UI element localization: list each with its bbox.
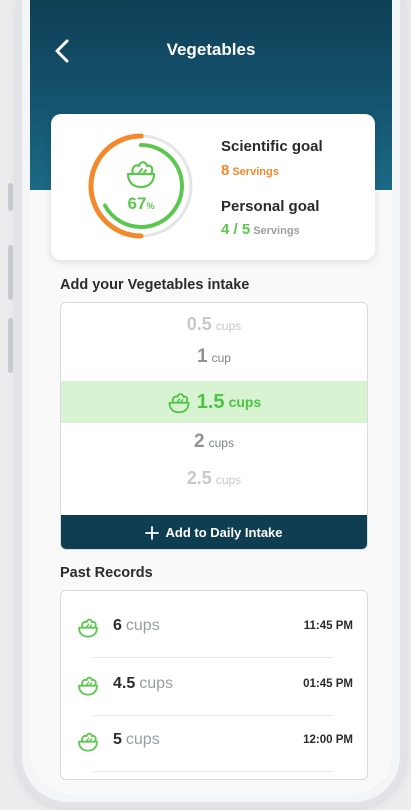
percent-sign: % bbox=[146, 201, 155, 211]
option-number: 1 bbox=[197, 346, 208, 367]
divider bbox=[93, 771, 333, 772]
option-number: 0.5 bbox=[186, 314, 212, 334]
intake-section-title: Add your Vegetables intake bbox=[60, 277, 250, 293]
scientific-goal-value: 8 Servings bbox=[221, 162, 279, 179]
add-to-daily-intake-button[interactable]: Add to Daily Intake bbox=[61, 515, 367, 549]
option-unit: cups bbox=[208, 436, 234, 450]
record-amount: 4.5 cups bbox=[113, 675, 173, 693]
personal-goal-unit: Servings bbox=[253, 225, 300, 237]
phone-volume-up bbox=[8, 245, 13, 300]
record-time: 01:45 PM bbox=[303, 678, 353, 690]
salad-bowl-icon bbox=[78, 618, 98, 638]
picker-option[interactable]: 0.5 cups bbox=[61, 314, 367, 335]
option-number: 1.5 bbox=[196, 390, 225, 413]
scientific-goal-unit: Servings bbox=[232, 166, 279, 178]
salad-bowl-icon bbox=[78, 732, 98, 752]
record-amount: 5 cups bbox=[113, 731, 160, 749]
progress-ring bbox=[88, 133, 194, 239]
option-unit: cups bbox=[215, 473, 242, 487]
goal-card: 67% Scientific goal 8 Servings Personal g… bbox=[51, 114, 375, 260]
phone-frame: Vegetables 67% Scientific goal 8 Servings bbox=[22, 0, 400, 802]
divider bbox=[93, 657, 333, 658]
phone-side-button bbox=[8, 183, 13, 211]
record-amount: 6 cups bbox=[113, 617, 160, 635]
option-unit: cup bbox=[211, 351, 231, 365]
progress-percent: 67% bbox=[111, 194, 171, 214]
salad-bowl-icon bbox=[78, 676, 98, 696]
add-button-label: Add to Daily Intake bbox=[165, 525, 283, 540]
record-unit: cups bbox=[125, 731, 160, 748]
intake-picker[interactable]: 0.5 cups 1 cup 1.5 cups 2 cups 2.5 cups … bbox=[60, 302, 368, 550]
picker-option-selected[interactable]: 1.5 cups bbox=[61, 381, 367, 423]
salad-bowl-icon bbox=[126, 161, 156, 189]
picker-option[interactable]: 2.5 cups bbox=[61, 468, 367, 489]
record-unit: cups bbox=[139, 675, 174, 692]
option-unit: cups bbox=[215, 319, 242, 333]
app-screen: Vegetables 67% Scientific goal 8 Servings bbox=[30, 0, 392, 794]
scientific-goal-label: Scientific goal bbox=[221, 138, 323, 155]
record-number: 5 bbox=[113, 731, 122, 748]
personal-goal-value: 4 / 5 Servings bbox=[221, 221, 300, 238]
record-row[interactable]: 5 cups 12:00 PM bbox=[77, 721, 353, 761]
picker-option[interactable]: 2 cups bbox=[61, 431, 367, 453]
past-records-title: Past Records bbox=[60, 565, 153, 581]
option-number: 2.5 bbox=[186, 468, 212, 488]
past-records-list: 6 cups 11:45 PM 4.5 cups 01:45 PM 5 cups… bbox=[60, 590, 368, 780]
record-unit: cups bbox=[125, 617, 160, 634]
personal-goal-number: 4 / 5 bbox=[221, 221, 251, 238]
record-time: 11:45 PM bbox=[303, 620, 353, 632]
record-number: 4.5 bbox=[113, 675, 136, 692]
option-number: 2 bbox=[194, 431, 205, 452]
record-row[interactable]: 6 cups 11:45 PM bbox=[77, 607, 353, 647]
phone-volume-down bbox=[8, 318, 13, 373]
record-number: 6 bbox=[113, 617, 122, 634]
option-unit: cups bbox=[228, 394, 262, 410]
record-row[interactable]: 4.5 cups 01:45 PM bbox=[77, 665, 353, 705]
salad-bowl-icon bbox=[168, 393, 190, 413]
page-title: Vegetables bbox=[166, 40, 256, 59]
percent-value: 67 bbox=[127, 194, 147, 213]
personal-goal-label: Personal goal bbox=[221, 198, 320, 215]
scientific-goal-number: 8 bbox=[221, 162, 230, 179]
divider bbox=[93, 715, 333, 716]
picker-option[interactable]: 1 cup bbox=[61, 346, 367, 368]
plus-icon bbox=[145, 525, 160, 540]
record-time: 12:00 PM bbox=[303, 734, 353, 746]
